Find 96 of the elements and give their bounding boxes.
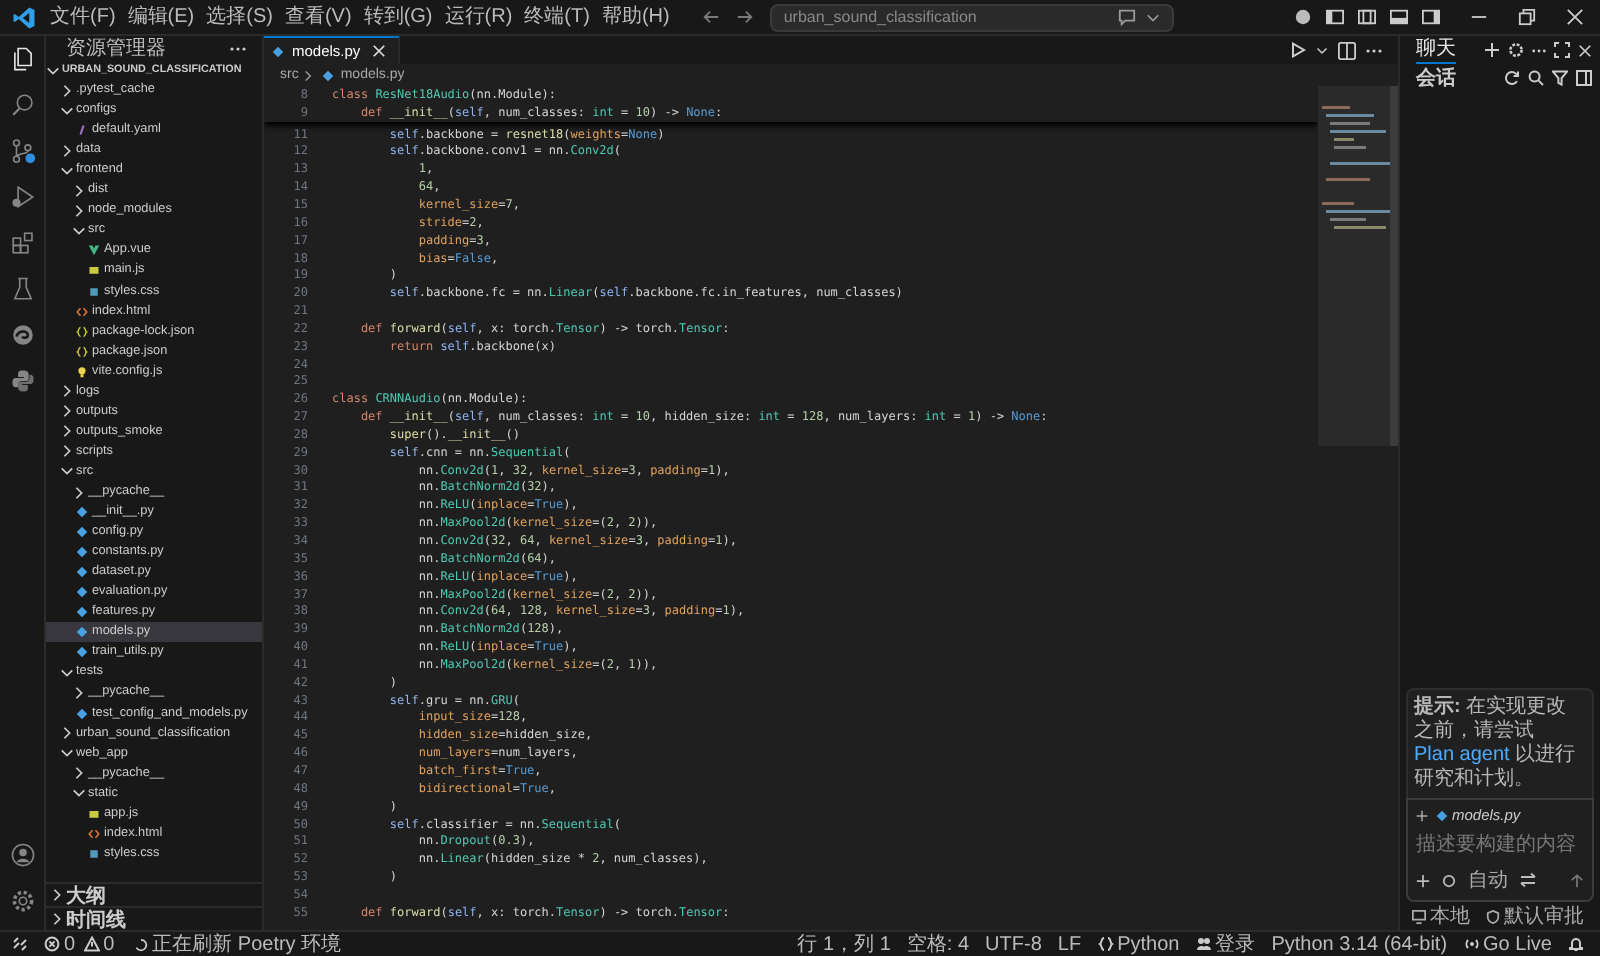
remote-icon[interactable] [12, 936, 28, 952]
menu-item[interactable]: 转到(G) [359, 3, 437, 31]
toggle-panel-icon[interactable] [1390, 8, 1408, 26]
restore-icon[interactable] [1518, 8, 1536, 26]
problems-button[interactable]: 0 0 [44, 933, 119, 955]
flask-icon[interactable] [9, 276, 35, 302]
status-item[interactable]: 空格: 4 [906, 933, 970, 955]
toggle-secondary-sidebar-icon[interactable] [1422, 8, 1440, 26]
menu-item[interactable]: 编辑(E) [123, 3, 199, 31]
status-item[interactable]: 登录 [1195, 933, 1256, 955]
css-file-icon [88, 285, 100, 298]
send-arrow-icon[interactable] [1570, 873, 1584, 887]
back-arrow-icon[interactable] [701, 8, 720, 26]
explorer-title: 资源管理器 [66, 36, 166, 62]
swirl-logo-icon[interactable] [9, 322, 35, 348]
spinner-icon [134, 937, 149, 951]
python-file-icon [272, 45, 284, 57]
layout-icon[interactable] [1358, 8, 1376, 26]
python-logo-icon[interactable] [9, 368, 35, 394]
broadcast-icon [1463, 936, 1480, 952]
status-item[interactable]: LF [1057, 933, 1082, 955]
extensions-icon[interactable] [9, 230, 35, 256]
menu-item[interactable]: 帮助(H) [597, 3, 674, 31]
status-item[interactable]: Python [1097, 933, 1180, 955]
plan-agent-link[interactable]: Plan agent [1414, 744, 1510, 766]
panel-icon[interactable] [1576, 70, 1592, 86]
python-file-icon [322, 69, 335, 81]
status-item[interactable]: Python 3.14 (64-bit) [1271, 933, 1448, 955]
braces-file-icon [76, 345, 88, 358]
menu-item[interactable]: 文件(F) [46, 3, 120, 31]
search-icon[interactable] [9, 92, 35, 118]
plus-icon[interactable] [1416, 809, 1428, 821]
plus-icon[interactable] [1416, 873, 1430, 887]
approval-button[interactable]: 默认审批 [1486, 902, 1584, 930]
forward-arrow-icon[interactable] [735, 8, 754, 26]
swap-icon[interactable] [1520, 872, 1536, 888]
chat-icon[interactable] [1118, 8, 1136, 26]
html-file-icon [88, 827, 100, 840]
search-icon[interactable] [1528, 70, 1544, 86]
panel-section-header[interactable]: 大纲 [46, 882, 262, 906]
split-editor-icon[interactable] [1338, 41, 1356, 59]
people-icon [1195, 936, 1212, 952]
sessions-heading: 会话 [1416, 65, 1456, 92]
source-control-icon[interactable] [9, 138, 35, 164]
chevron-icon [302, 69, 315, 81]
command-center-field[interactable]: urban_sound_classification [769, 3, 1174, 31]
menu-item[interactable]: 查看(V) [280, 3, 356, 31]
status-item[interactable]: UTF-8 [985, 933, 1042, 955]
more-icon[interactable] [1366, 47, 1382, 53]
run-icon[interactable] [1290, 42, 1306, 58]
filter-icon[interactable] [1552, 70, 1568, 86]
refresh-icon[interactable] [1504, 70, 1520, 86]
python-file-icon [76, 707, 88, 720]
caret-icon[interactable] [1316, 44, 1328, 56]
shield-icon [1486, 909, 1500, 923]
local-button[interactable]: 本地 [1412, 902, 1470, 930]
app-logo [12, 5, 36, 29]
more-icon[interactable] [230, 45, 246, 51]
plus-icon[interactable] [1484, 42, 1500, 58]
yaml-file-icon [76, 124, 88, 137]
css-file-icon [88, 847, 100, 860]
tools-circle-icon[interactable] [1442, 873, 1456, 887]
task-status[interactable]: 正在刷新 Poetry 环境 [134, 933, 342, 955]
more-icon[interactable] [1532, 47, 1546, 53]
run-debug-icon[interactable] [9, 184, 35, 210]
toggle-sidebar-icon[interactable] [1326, 8, 1344, 26]
menu-item[interactable]: 选择(S) [202, 3, 277, 31]
account-icon[interactable] [9, 842, 35, 868]
error-icon [44, 936, 60, 952]
files-icon[interactable] [9, 46, 35, 72]
warning-icon [83, 936, 100, 952]
settings-icon[interactable] [1508, 42, 1524, 58]
monitor-icon [1412, 909, 1426, 923]
js-file-icon [88, 807, 100, 820]
maximize-icon[interactable] [1554, 42, 1570, 58]
settings-icon[interactable] [9, 888, 35, 914]
status-item[interactable]: 行 1，列 1 [797, 933, 891, 955]
braces-icon [1097, 936, 1114, 952]
lightbulb-icon [76, 365, 88, 378]
close-icon[interactable] [372, 44, 387, 58]
chat-tab[interactable]: 聊天 [1416, 37, 1456, 63]
caret-icon[interactable] [1146, 10, 1160, 24]
js-file-icon [88, 264, 100, 277]
vue-file-icon [88, 244, 100, 257]
menu-item[interactable]: 终端(T) [520, 3, 594, 31]
html-file-icon [76, 305, 88, 318]
bell-icon[interactable] [1568, 936, 1584, 952]
status-item[interactable]: Go Live [1463, 933, 1552, 955]
close-icon[interactable] [1578, 43, 1592, 57]
account-circle-icon[interactable] [1294, 8, 1312, 26]
python-file-icon [1436, 809, 1448, 821]
tip-text: 提示: 在实现更改之前，请尝试 Plan agent 以进行研究和计划。 [1414, 696, 1578, 792]
braces-file-icon [76, 325, 88, 338]
menu-item[interactable]: 运行(R) [440, 3, 517, 31]
close-icon[interactable] [1566, 8, 1584, 26]
mode-dropdown[interactable]: 自动 [1468, 866, 1508, 894]
